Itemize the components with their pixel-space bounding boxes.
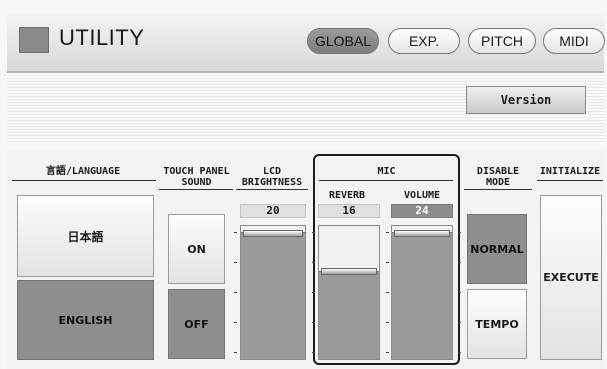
lcd-brightness-divider (236, 189, 308, 190)
slider-tick (458, 352, 461, 353)
touch-panel-sound-label-1: TOUCH PANEL (163, 166, 230, 177)
slider-tick (458, 262, 461, 263)
page-title: UTILITY (59, 25, 145, 50)
touch-sound-on-button[interactable]: ON (168, 214, 225, 284)
disable-mode-normal-button[interactable]: NORMAL (467, 214, 527, 284)
mic-label: MIC (377, 166, 396, 177)
slider-tick (234, 322, 237, 323)
slider-tick (312, 352, 315, 353)
volume-slider-handle[interactable] (394, 230, 450, 237)
lcd-brightness-slider-handle[interactable] (243, 230, 303, 237)
volume-label: VOLUME (403, 190, 441, 201)
reverb-slider[interactable] (318, 225, 380, 360)
slider-tick (386, 352, 389, 353)
slider-tick (386, 322, 389, 323)
slider-tick (386, 232, 389, 233)
mic-divider (319, 180, 453, 181)
title-square-icon (19, 27, 49, 53)
version-button[interactable]: Version (466, 86, 586, 114)
volume-value: 24 (391, 204, 453, 218)
volume-slider[interactable] (391, 225, 453, 360)
initialize-divider (537, 180, 603, 181)
disable-mode-label-1: DISABLE (476, 166, 520, 177)
lcd-brightness-label-1: LCD (262, 166, 282, 177)
disable-mode-label-2: MODE (485, 177, 511, 188)
language-english-button[interactable]: ENGLISH (17, 280, 154, 360)
lcd-brightness-slider[interactable] (240, 225, 306, 360)
utility-screen: UTILITY GLOBAL EXP. PITCH MIDI Version 言… (0, 0, 607, 369)
header-bar: UTILITY GLOBAL EXP. PITCH MIDI (7, 13, 605, 73)
slider-tick (312, 232, 315, 233)
lcd-brightness-value: 20 (240, 204, 306, 218)
slider-tick (234, 262, 237, 263)
touch-panel-sound-divider (159, 189, 233, 190)
reverb-slider-handle[interactable] (321, 268, 377, 275)
tab-global[interactable]: GLOBAL (307, 28, 379, 54)
initialize-label: INITIALIZE (539, 166, 601, 177)
disable-mode-divider (464, 189, 532, 190)
tab-pitch[interactable]: PITCH (468, 28, 536, 54)
touch-panel-sound-label-2: SOUND (181, 177, 212, 188)
reverb-value: 16 (318, 204, 380, 218)
disable-mode-tempo-button[interactable]: TEMPO (467, 289, 527, 359)
slider-tick (312, 262, 315, 263)
initialize-execute-button[interactable]: EXECUTE (540, 195, 602, 360)
slider-tick (312, 322, 315, 323)
slider-tick (234, 292, 237, 293)
tab-midi[interactable]: MIDI (543, 28, 605, 54)
tab-exp[interactable]: EXP. (388, 28, 460, 54)
slider-tick (458, 292, 461, 293)
language-label: 言語/LANGUAGE (45, 166, 121, 177)
lcd-brightness-label-2: BRIGHTNESS (241, 177, 303, 188)
slider-tick (234, 232, 237, 233)
reverb-label: REVERB (328, 190, 366, 201)
language-japanese-button[interactable]: 日本語 (17, 195, 154, 277)
touch-sound-off-button[interactable]: OFF (168, 289, 225, 359)
slider-tick (234, 352, 237, 353)
slider-tick (386, 292, 389, 293)
slider-tick (458, 322, 461, 323)
slider-tick (312, 292, 315, 293)
slider-tick (386, 262, 389, 263)
slider-tick (458, 232, 461, 233)
language-divider (12, 180, 156, 181)
